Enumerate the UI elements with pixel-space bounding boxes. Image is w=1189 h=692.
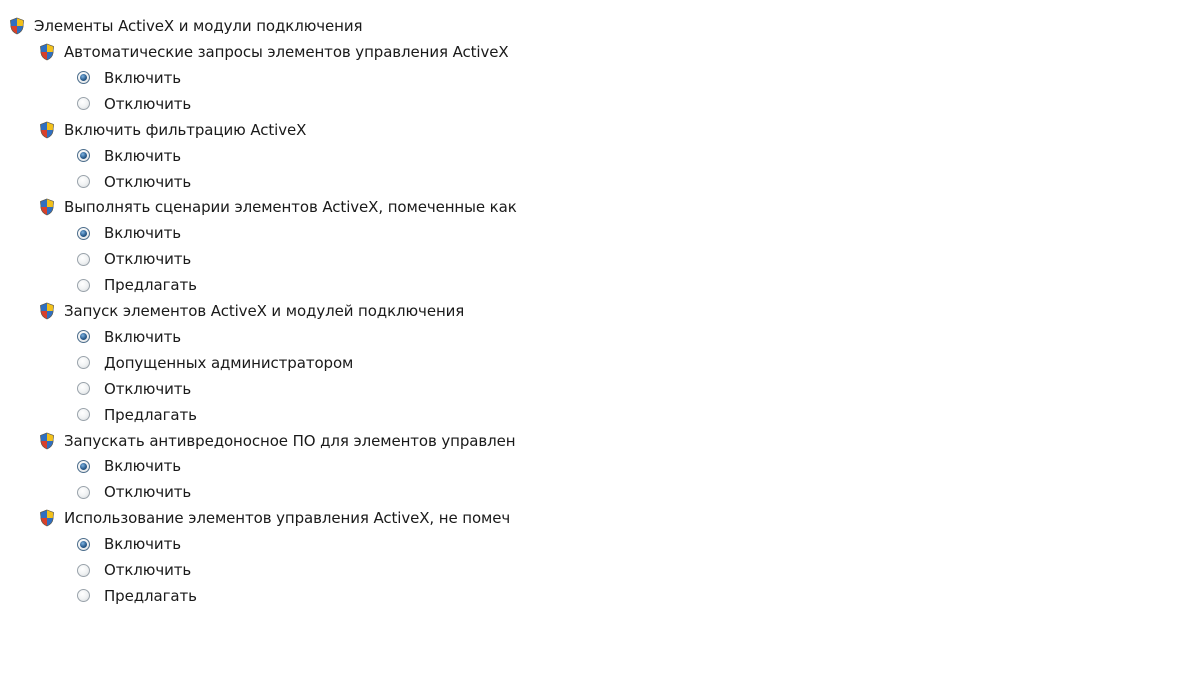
setting-group[interactable]: Запуск элементов ActiveX и модулей подкл… [39,299,464,323]
security-shield-icon [39,509,55,527]
setting-option-label: Предлагать [104,276,197,295]
radio-unchecked-icon[interactable] [77,175,90,188]
setting-option-label: Допущенных администратором [104,353,354,372]
setting-option[interactable]: Отключить [77,92,191,116]
setting-option-label: Включить [104,146,181,165]
setting-option-label: Включить [104,327,181,346]
setting-option[interactable]: Включить [77,454,181,478]
radio-unchecked-icon[interactable] [77,252,90,266]
setting-option-label: Отключить [104,94,192,113]
setting-group-label: Включить фильтрацию ActiveX [64,120,307,139]
setting-option-label: Включить [104,457,181,476]
security-shield-icon [39,121,55,139]
setting-option[interactable]: Отключить [77,170,191,194]
setting-option[interactable]: Включить [77,144,181,168]
setting-option-label: Включить [104,535,181,554]
setting-option-label: Отключить [104,483,192,502]
security-shield-icon [39,432,55,450]
setting-group[interactable]: Запускать антивредоносное ПО для элемент… [39,429,515,453]
setting-option-label: Отключить [104,561,192,579]
setting-option[interactable]: Отключить [77,558,191,582]
setting-option[interactable]: Предлагать [77,273,197,297]
radio-checked-icon[interactable] [77,149,90,163]
radio-checked-icon[interactable] [77,226,90,240]
radio-unchecked-icon[interactable] [77,408,90,422]
security-shield-icon [39,198,55,216]
radio-checked-icon[interactable] [77,71,90,85]
setting-option-label: Включить [104,68,181,87]
radio-unchecked-icon[interactable] [77,278,90,292]
setting-option-label: Отключить [104,172,192,191]
setting-option-label: Отключить [104,250,192,269]
setting-option[interactable]: Включить [77,221,181,245]
setting-group[interactable]: Автоматические запросы элементов управле… [39,40,509,64]
radio-unchecked-icon[interactable] [77,563,90,577]
setting-group-label: Выполнять сценарии элементов ActiveX, по… [64,198,517,217]
setting-group-label: Автоматические запросы элементов управле… [64,43,509,61]
setting-option-label: Включить [104,224,181,243]
radio-unchecked-icon[interactable] [77,382,90,396]
setting-group-label: Запускать антивредоносное ПО для элемент… [64,431,516,450]
setting-option[interactable]: Включить [77,66,181,90]
radio-unchecked-icon[interactable] [77,589,90,603]
setting-option[interactable]: Отключить [77,480,191,504]
root-category[interactable]: Элементы ActiveX и модули подключения [9,14,362,38]
radio-checked-icon[interactable] [77,330,90,344]
setting-option-label: Предлагать [104,405,197,424]
setting-option[interactable]: Предлагать [77,403,197,427]
radio-unchecked-icon[interactable] [77,485,90,499]
radio-unchecked-icon[interactable] [77,356,90,370]
root-category-label: Элементы ActiveX и модули подключения [34,17,363,35]
setting-option[interactable]: Предлагать [77,584,197,608]
radio-unchecked-icon[interactable] [77,97,90,111]
setting-group[interactable]: Выполнять сценарии элементов ActiveX, по… [39,195,517,219]
security-shield-icon [39,43,55,61]
setting-option[interactable]: Допущенных администратором [77,351,353,375]
setting-option[interactable]: Включить [77,532,181,556]
setting-group[interactable]: Включить фильтрацию ActiveX [39,118,306,142]
security-shield-icon [39,302,55,320]
radio-checked-icon[interactable] [77,459,90,473]
radio-checked-icon[interactable] [77,537,90,551]
setting-option-label: Отключить [104,379,192,398]
setting-option-label: Предлагать [104,586,197,605]
setting-group-label: Использование элементов управления Activ… [64,509,511,528]
security-shield-icon [9,17,25,35]
setting-option[interactable]: Отключить [77,247,191,271]
setting-group[interactable]: Использование элементов управления Activ… [39,506,510,530]
setting-option[interactable]: Отключить [77,377,191,401]
setting-option[interactable]: Включить [77,325,181,349]
setting-group-label: Запуск элементов ActiveX и модулей подкл… [64,302,465,320]
